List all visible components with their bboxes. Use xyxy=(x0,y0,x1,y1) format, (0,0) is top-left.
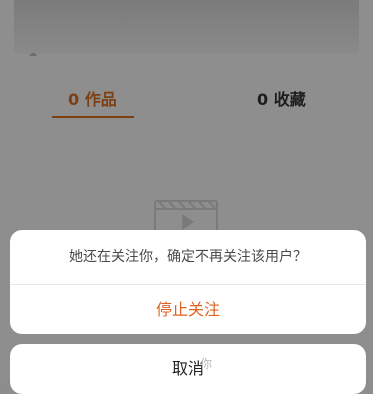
watermark: 你 xyxy=(200,357,213,371)
dialog-message: 她还在关注你，确定不再关注该用户？ xyxy=(69,249,307,265)
video-icon xyxy=(154,200,218,234)
cancel-button[interactable]: 取消 xyxy=(10,344,366,394)
tab-works[interactable]: 0 作品 xyxy=(68,90,117,110)
unfollow-confirm-dialog: 她还在关注你，确定不再关注该用户？ 停止关注 xyxy=(10,230,366,334)
content-tabs: 0 作品 0 收藏 xyxy=(0,82,373,122)
profile-banner xyxy=(14,0,359,54)
unfollow-button[interactable]: 停止关注 xyxy=(10,285,366,334)
cancel-sheet: 取消 xyxy=(10,344,366,394)
tab-favorites[interactable]: 0 收藏 xyxy=(257,90,306,110)
banner-cloud-icon: ☁ xyxy=(28,49,37,59)
active-tab-indicator xyxy=(52,116,134,118)
